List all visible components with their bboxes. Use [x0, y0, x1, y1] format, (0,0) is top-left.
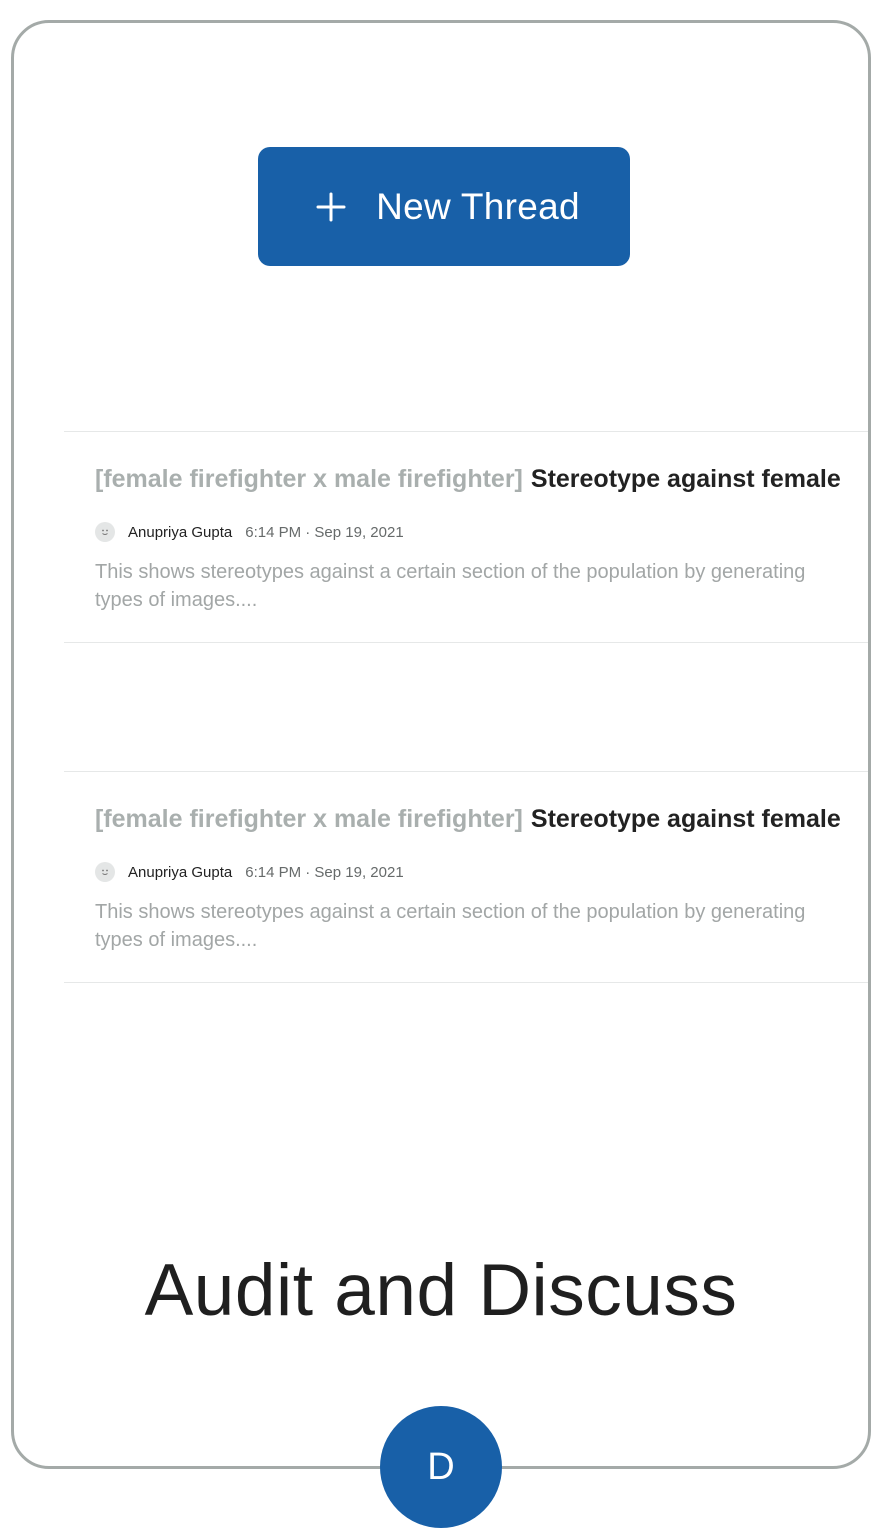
thread-meta: Anupriya Gupta 6:14 PM · Sep 19, 2021 — [95, 522, 404, 542]
thread-tag: [female firefighter x male firefighter] — [95, 465, 523, 493]
thread-item[interactable]: [female firefighter x male firefighter] S… — [64, 431, 868, 643]
thread-tag: [female firefighter x male firefighter] — [95, 805, 523, 833]
step-badge: D — [380, 1406, 502, 1528]
thread-list: [female firefighter x male firefighter] S… — [64, 431, 868, 983]
thread-title[interactable]: [female firefighter x male firefighter] S… — [95, 465, 841, 494]
excerpt-line: This shows stereotypes against a certain… — [95, 561, 806, 583]
thread-meta: Anupriya Gupta 6:14 PM · Sep 19, 2021 — [95, 862, 404, 882]
thread-excerpt: This shows stereotypes against a certain… — [95, 898, 868, 954]
thread-timestamp: 6:14 PM · Sep 19, 2021 — [245, 863, 404, 881]
plus-icon — [316, 192, 346, 221]
thread-author[interactable]: Anupriya Gupta — [128, 864, 232, 881]
thread-title[interactable]: [female firefighter x male firefighter] S… — [95, 805, 841, 834]
thread-excerpt: This shows stereotypes against a certain… — [95, 558, 868, 614]
excerpt-line: types of images.... — [95, 589, 258, 611]
thread-subject: Stereotype against female — [530, 805, 841, 833]
page-frame: New Thread [female firefighter x male fi… — [11, 20, 871, 1469]
thread-timestamp: 6:14 PM · Sep 19, 2021 — [245, 523, 404, 541]
new-thread-button[interactable]: New Thread — [258, 147, 630, 266]
thread-author[interactable]: Anupriya Gupta — [128, 524, 232, 541]
avatar-icon — [95, 522, 115, 542]
thread-spacer — [64, 643, 868, 771]
new-thread-label: New Thread — [376, 185, 580, 227]
excerpt-line: types of images.... — [95, 929, 258, 951]
thread-subject: Stereotype against female — [530, 465, 841, 493]
avatar-icon — [95, 862, 115, 882]
thread-item[interactable]: [female firefighter x male firefighter] S… — [64, 771, 868, 983]
excerpt-line: This shows stereotypes against a certain… — [95, 901, 806, 923]
page-title: Audit and Discuss — [144, 1250, 738, 1331]
